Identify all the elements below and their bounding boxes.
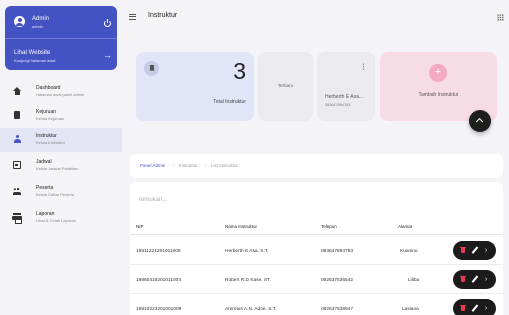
total-count: 3 bbox=[233, 58, 246, 84]
trash-icon[interactable] bbox=[459, 275, 467, 284]
trash-icon[interactable] bbox=[459, 246, 467, 255]
sidebar-item-label: Jadwal bbox=[36, 159, 52, 165]
pencil-icon[interactable] bbox=[470, 304, 478, 313]
column-header-nama: Nama Instruktur bbox=[225, 224, 258, 229]
breadcrumb-panel-admin[interactable]: Panel Admin bbox=[140, 163, 165, 168]
avatar-icon bbox=[14, 16, 25, 27]
cell-alamat: Kuanino bbox=[400, 249, 418, 254]
breadcrumb-current: List Instruktur bbox=[211, 163, 239, 168]
terbaru-card: Terbaru bbox=[258, 52, 313, 121]
scroll-top-button[interactable] bbox=[469, 110, 491, 132]
total-label: Total Instruktur bbox=[213, 99, 246, 105]
apps-grid-icon[interactable] bbox=[497, 14, 504, 21]
sidebar-item-peserta[interactable]: Peserta Kelola Daftar Peserta bbox=[0, 180, 122, 204]
breadcrumb-separator: / bbox=[205, 163, 207, 168]
breadcrumb-instruktur[interactable]: Instruktur bbox=[179, 163, 198, 168]
table-row: 19810223201001009 Amrotus A.N. Adoe, S.T… bbox=[130, 295, 503, 315]
chevron-right-icon[interactable]: › bbox=[482, 275, 490, 284]
sidebar-item-sub: Lihat & Cetak Laporan bbox=[36, 218, 76, 223]
kebab-menu-icon[interactable] bbox=[362, 63, 364, 70]
sidebar: Admin admin Lihat Website Kunjungi halam… bbox=[0, 0, 122, 315]
admin-role: admin bbox=[32, 24, 43, 29]
plus-icon[interactable]: + bbox=[429, 64, 447, 82]
website-title: Lihat Website bbox=[14, 50, 51, 56]
calendar-icon bbox=[13, 161, 21, 169]
pencil-icon[interactable] bbox=[470, 275, 478, 284]
column-header-nip: NIP bbox=[136, 224, 144, 229]
admin-name: Admin bbox=[32, 16, 50, 22]
terbaru-label: Terbaru bbox=[277, 83, 294, 88]
sidebar-item-laporan[interactable]: Laporan Lihat & Cetak Laporan bbox=[0, 206, 122, 230]
website-subtitle: Kunjungi halaman awal bbox=[14, 58, 56, 63]
cell-nip: 19811221201011006 bbox=[136, 249, 181, 254]
cell-alamat: Lasiana bbox=[402, 307, 419, 312]
sidebar-item-sub: Kelola Instruktur bbox=[36, 140, 65, 145]
arrow-right-icon[interactable]: → bbox=[103, 51, 112, 60]
sidebar-item-label: Kejuruan bbox=[36, 109, 57, 115]
page-title: Instruktur bbox=[148, 12, 178, 19]
sidebar-item-label: Peserta bbox=[36, 185, 54, 191]
sidebar-item-kejuruan[interactable]: Kejuruan Kelola Kejuruan bbox=[0, 104, 122, 128]
row-actions: › bbox=[453, 299, 496, 315]
sidebar-item-sub: Halaman awal panel admin bbox=[36, 92, 85, 97]
sidebar-item-jadwal[interactable]: Jadwal Kelola Jadwal Pelatihan bbox=[0, 154, 122, 178]
column-header-telepon: Telepon bbox=[321, 224, 337, 229]
latest-instructor-phone: 083647894783 bbox=[325, 103, 351, 107]
chevron-up-icon bbox=[475, 117, 484, 126]
sidebar-item-sub: Kelola Kejuruan bbox=[36, 116, 65, 121]
row-actions: › bbox=[453, 270, 496, 289]
search-input[interactable] bbox=[138, 191, 218, 209]
add-instruktur-label: Tambah Instruktur bbox=[418, 92, 459, 98]
header-divider bbox=[130, 234, 503, 235]
row-actions: › bbox=[453, 241, 496, 260]
table-row: 19860416201011004 Robert R.D Kase, ST. 0… bbox=[130, 266, 503, 294]
cell-nama: Amrotus A.N. Adoe, S.T. bbox=[225, 307, 277, 312]
sidebar-item-label: Laporan bbox=[36, 211, 55, 217]
cell-telepon: 083647894783 bbox=[321, 249, 354, 254]
badge-circle bbox=[144, 61, 159, 76]
trash-icon[interactable] bbox=[459, 304, 467, 313]
hamburger-icon[interactable] bbox=[129, 14, 136, 20]
admin-card: Admin admin Lihat Website Kunjungi halam… bbox=[5, 6, 117, 70]
group-icon bbox=[13, 187, 21, 195]
bookmark-icon bbox=[149, 65, 154, 72]
cell-nip: 19810223201001009 bbox=[136, 307, 182, 312]
cell-telepon: 082537536542 bbox=[321, 278, 354, 283]
person-icon bbox=[13, 135, 21, 143]
cell-nip: 19860416201011004 bbox=[136, 278, 181, 283]
table-row: 19811221201011006 Herberth E Asa, S.T. 0… bbox=[130, 237, 503, 265]
cell-nama: Robert R.D Kase, ST. bbox=[225, 278, 271, 283]
printer-icon bbox=[12, 213, 22, 224]
sidebar-item-label: Instruktur bbox=[36, 133, 57, 139]
sidebar-item-sub: Kelola Daftar Peserta bbox=[36, 192, 75, 197]
total-instruktur-card: 3 Total Instruktur bbox=[136, 52, 254, 121]
cell-alamat: Liliba bbox=[408, 278, 420, 283]
card-divider bbox=[5, 38, 117, 39]
sidebar-item-sub: Kelola Jadwal Pelatihan bbox=[36, 166, 79, 171]
pencil-icon[interactable] bbox=[470, 246, 478, 255]
column-header-alamat: Alamat bbox=[398, 224, 413, 229]
instruktur-table-panel: NIP Nama Instruktur Telepon Alamat 19811… bbox=[130, 182, 503, 315]
breadcrumb: Panel Admin / Instruktur / List Instrukt… bbox=[130, 154, 503, 178]
power-icon[interactable] bbox=[104, 18, 111, 27]
sidebar-item-instruktur[interactable]: Instruktur Kelola Instruktur bbox=[0, 128, 122, 152]
cell-nama: Herberth E Asa, S.T. bbox=[225, 249, 269, 254]
sidebar-item-dashboard[interactable]: Dashboard Halaman awal panel admin bbox=[0, 80, 122, 104]
sidebar-item-label: Dashboard bbox=[36, 85, 61, 91]
chevron-right-icon[interactable]: › bbox=[482, 304, 490, 313]
book-icon bbox=[14, 111, 20, 119]
breadcrumb-separator: / bbox=[173, 163, 175, 168]
cell-telepon: 082637538947 bbox=[321, 307, 354, 312]
latest-instructor-name: Herberth E Asa... bbox=[325, 94, 364, 100]
chevron-right-icon[interactable]: › bbox=[482, 246, 490, 255]
latest-instructor-card[interactable]: Herberth E Asa... 083647894783 bbox=[317, 52, 375, 121]
